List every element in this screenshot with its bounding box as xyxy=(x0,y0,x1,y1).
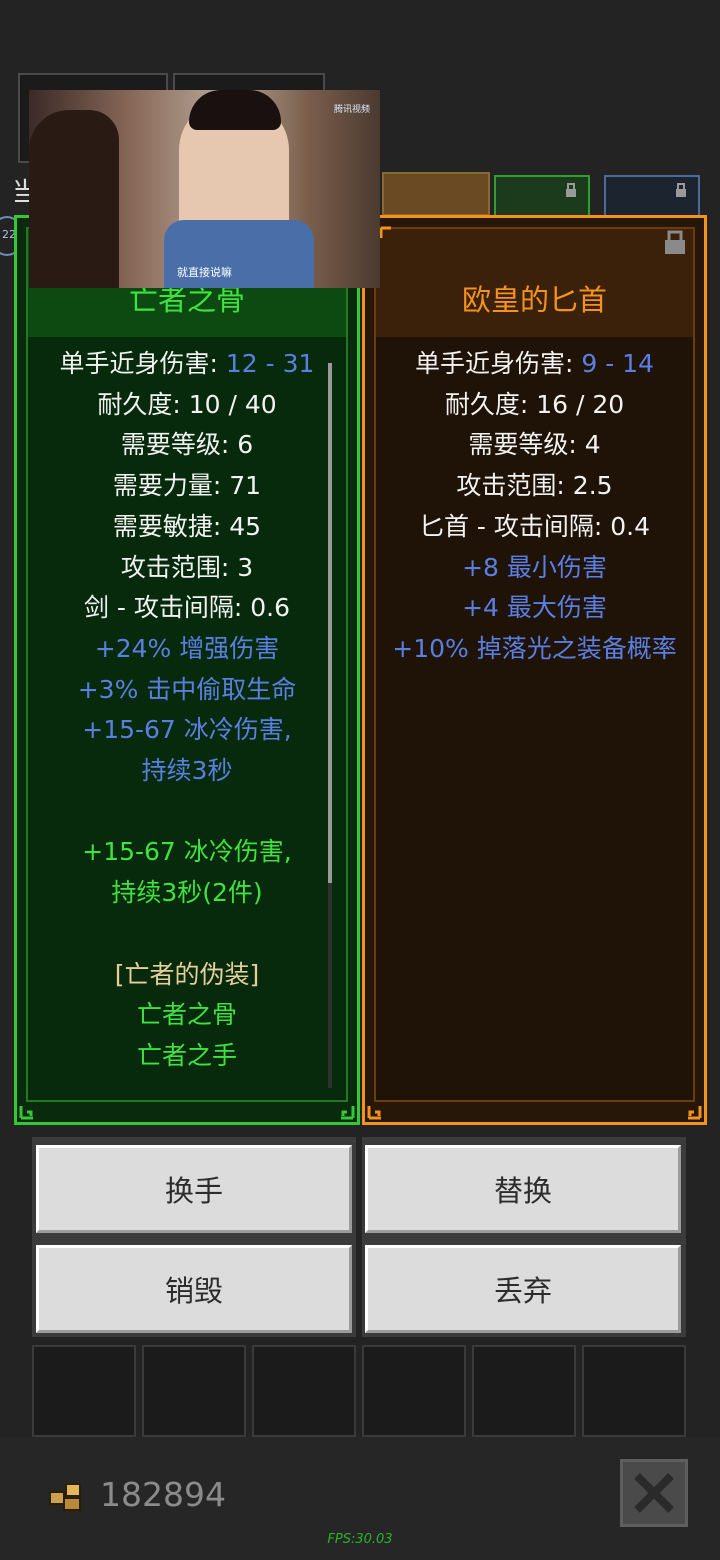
fps-counter: FPS:30.03 xyxy=(327,1532,393,1547)
item-tooltip-right: 欧皇的匕首 单手近身伤害: 9 - 14 耐久度: 16 / 20 需要等级: … xyxy=(362,215,707,1125)
lock-ornament-icon xyxy=(665,230,685,254)
stat-line: 需要等级: 4 xyxy=(468,430,601,460)
gold-count: 182894 xyxy=(100,1475,226,1514)
stat-line: 攻击范围: 3 xyxy=(120,552,254,582)
equipment-slot[interactable] xyxy=(382,172,490,216)
video-figure xyxy=(29,110,119,288)
video-logo: 腾讯视频 xyxy=(333,105,370,115)
affix-line: +24% 增强伤害 xyxy=(94,633,280,663)
destroy-button[interactable]: 销毁 xyxy=(36,1245,352,1333)
video-overlay[interactable]: 腾讯视频 就直接说嘛 xyxy=(29,90,380,288)
item-title: 欧皇的匕首 xyxy=(461,283,607,317)
affix-line: +10% 掉落光之装备概率 xyxy=(392,633,677,663)
set-item: 亡者之手 xyxy=(136,1040,237,1070)
inventory-slot[interactable] xyxy=(362,1345,466,1437)
corner-ornament-icon xyxy=(688,1106,702,1120)
stat-line: 耐久度: 16 / 20 xyxy=(444,389,625,419)
item-stats: 单手近身伤害: 12 - 31 耐久度: 10 / 40 需要等级: 6 需要力… xyxy=(28,344,346,1077)
affix-line: +15-67 冰冷伤害, xyxy=(82,715,292,745)
lock-icon xyxy=(566,183,576,197)
video-figure xyxy=(189,90,281,130)
stat-line: 攻击范围: 2.5 xyxy=(456,471,613,501)
affix-line: +8 最小伤害 xyxy=(462,552,607,582)
close-icon xyxy=(634,1473,674,1513)
lock-icon xyxy=(676,183,686,197)
gold-ore-icon xyxy=(49,1483,81,1511)
inventory-slot[interactable] xyxy=(472,1345,576,1437)
set-bonus-line: +15-67 冰冷伤害, xyxy=(82,837,292,867)
item-stats: 单手近身伤害: 9 - 14 耐久度: 16 / 20 需要等级: 4 攻击范围… xyxy=(376,344,693,670)
scrollbar-thumb[interactable] xyxy=(328,363,332,883)
discard-button[interactable]: 丢弃 xyxy=(365,1245,681,1333)
stat-line: 需要敏捷: 45 xyxy=(112,511,262,541)
affix-line: 持续3秒 xyxy=(141,756,233,786)
replace-button[interactable]: 替换 xyxy=(365,1145,681,1233)
inventory-slot[interactable] xyxy=(252,1345,356,1437)
stat-line: 匕首 - 攻击间隔: 0.4 xyxy=(418,511,651,541)
swap-hand-button[interactable]: 换手 xyxy=(36,1145,352,1233)
set-bonus-line: 持续3秒(2件) xyxy=(111,878,263,908)
tooltip-body: 亡者之骨 单手近身伤害: 12 - 31 耐久度: 10 / 40 需要等级: … xyxy=(26,227,348,1102)
item-tooltip-left: 亡者之骨 单手近身伤害: 12 - 31 耐久度: 10 / 40 需要等级: … xyxy=(14,215,360,1125)
corner-ornament-icon xyxy=(341,1106,355,1120)
video-subtitle: 就直接说嘛 xyxy=(177,266,232,279)
close-button[interactable] xyxy=(620,1459,688,1527)
set-name: [亡者的伪装] xyxy=(114,959,260,989)
item-header: 欧皇的匕首 xyxy=(376,229,693,337)
stat-line: 单手近身伤害: 12 - 31 xyxy=(59,349,315,378)
stat-line: 需要力量: 71 xyxy=(112,471,262,501)
corner-ornament-icon xyxy=(19,1106,33,1120)
stat-line: 耐久度: 10 / 40 xyxy=(97,389,277,419)
set-item: 亡者之骨 xyxy=(136,1000,237,1030)
inventory-slot[interactable] xyxy=(582,1345,686,1437)
stat-line: 需要等级: 6 xyxy=(120,430,254,460)
equipment-slot[interactable] xyxy=(494,175,590,217)
affix-line: +3% 击中偷取生命 xyxy=(77,674,297,704)
stat-line: 剑 - 攻击间隔: 0.6 xyxy=(83,593,291,623)
inventory-slot[interactable] xyxy=(32,1345,136,1437)
inventory-slot[interactable] xyxy=(142,1345,246,1437)
scrollbar-track[interactable] xyxy=(328,883,332,1088)
stat-line: 单手近身伤害: 9 - 14 xyxy=(414,349,654,378)
equipment-slot[interactable] xyxy=(604,175,700,217)
tooltip-body: 欧皇的匕首 单手近身伤害: 9 - 14 耐久度: 16 / 20 需要等级: … xyxy=(374,227,695,1102)
corner-ornament-icon xyxy=(367,1106,381,1120)
affix-line: +4 最大伤害 xyxy=(462,593,607,623)
corner-ornament-icon xyxy=(379,226,391,238)
